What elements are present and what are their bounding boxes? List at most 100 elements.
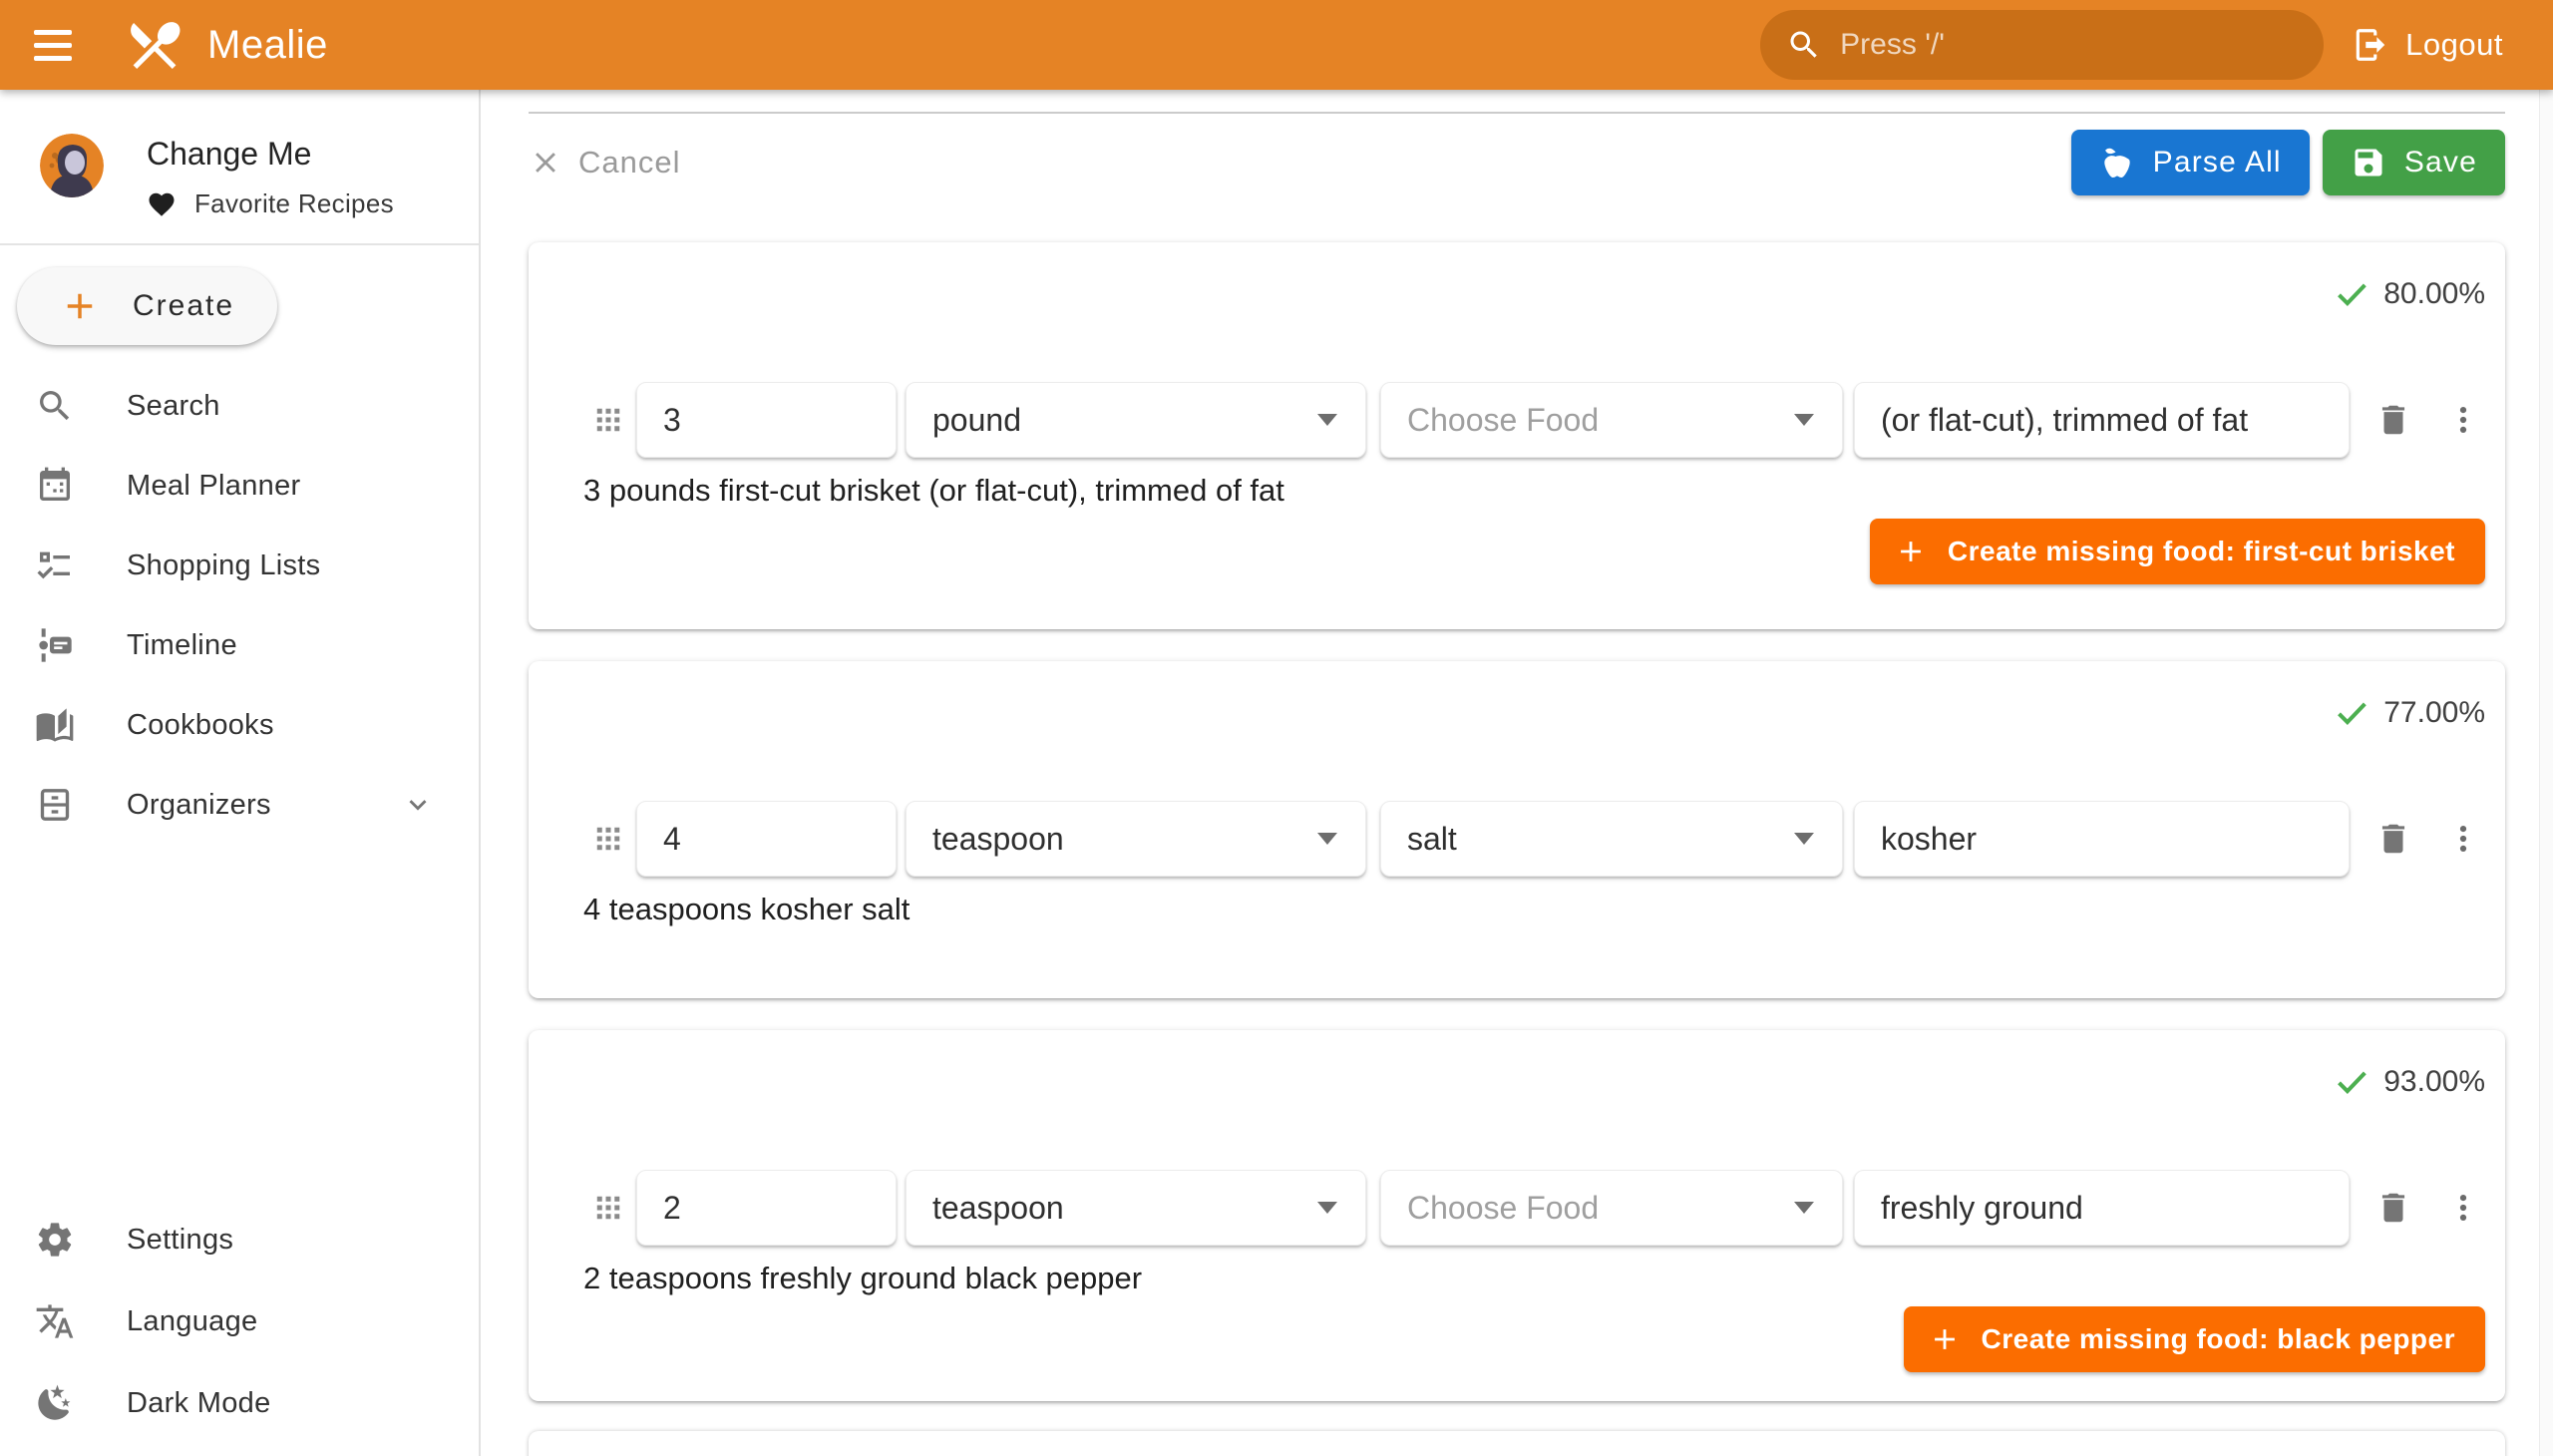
more-options-button[interactable] [2446,1191,2480,1225]
food-select[interactable]: Choose Food [1380,382,1843,458]
sidebar-item-cookbooks[interactable]: Cookbooks [0,685,479,765]
confidence-value: 80.00% [2383,277,2485,311]
delete-ingredient-button[interactable] [2374,1189,2412,1227]
sidebar-divider [0,243,479,245]
more-options-button[interactable] [2446,403,2480,437]
more-options-button[interactable] [2446,822,2480,856]
unit-select[interactable]: pound [906,382,1366,458]
drag-handle-icon[interactable] [593,400,623,440]
app-header: Mealie Logout [0,0,2553,90]
ingredient-card: 93.00% teaspoon Choose Food [529,1030,2505,1401]
confidence-value: 77.00% [2383,696,2485,730]
unit-select[interactable]: teaspoon [906,801,1366,877]
moon-stars-icon [35,1383,75,1423]
create-button[interactable]: Create [17,267,277,345]
save-icon [2351,145,2386,181]
content-divider [529,112,2505,114]
main-content: Cancel Parse All Save 80.00% [481,90,2553,1456]
sidebar-item-language[interactable]: Language [0,1280,479,1362]
translate-icon [35,1301,75,1341]
close-icon [529,146,562,180]
timeline-icon [35,625,75,665]
user-profile[interactable]: Change Me Favorite Recipes [0,90,479,219]
cancel-button[interactable]: Cancel [529,145,681,181]
drag-handle-icon[interactable] [593,1188,623,1228]
create-missing-food-button[interactable]: Create missing food: first-cut brisket [1870,519,2485,584]
save-button[interactable]: Save [2323,130,2505,195]
gear-icon [35,1220,75,1260]
confidence-check-icon [2332,274,2371,314]
user-avatar [40,134,104,197]
app-title: Mealie [207,23,328,68]
original-ingredient-text: 4 teaspoons kosher salt [583,888,2485,931]
drawer-icon [35,785,75,825]
note-input[interactable] [1854,801,2350,877]
sidebar-item-timeline[interactable]: Timeline [0,605,479,685]
cancel-label: Cancel [578,145,681,181]
quantity-input[interactable] [636,801,897,877]
parse-all-button[interactable]: Parse All [2071,130,2310,195]
kebab-icon [2446,403,2480,437]
chevron-down-icon [401,788,435,822]
unit-value: pound [907,402,1317,439]
ingredient-card: 80.00% pound Choose Food [529,242,2505,629]
note-input[interactable] [1854,382,2350,458]
food-placeholder: Choose Food [1381,402,1794,439]
sidebar: Change Me Favorite Recipes Create Search… [0,90,481,1456]
search-icon [1786,27,1822,63]
delete-ingredient-button[interactable] [2374,401,2412,439]
menu-icon[interactable] [34,23,78,67]
save-label: Save [2404,146,2477,180]
food-select[interactable]: salt [1380,801,1843,877]
food-value: salt [1381,821,1794,858]
scrollbar[interactable] [2539,90,2553,1456]
trash-icon [2374,820,2412,858]
logout-label: Logout [2405,27,2503,63]
sidebar-item-settings[interactable]: Settings [0,1199,479,1280]
original-ingredient-text: 3 pounds first-cut brisket (or flat-cut)… [583,469,2485,513]
favorite-recipes-link[interactable]: Favorite Recipes [147,188,394,219]
sidebar-item-dark-mode[interactable]: Dark Mode [0,1362,479,1444]
create-missing-food-button[interactable]: Create missing food: black pepper [1904,1306,2486,1372]
sidebar-item-search[interactable]: Search [0,366,479,446]
kebab-icon [2446,1191,2480,1225]
unit-value: teaspoon [907,821,1317,858]
dropdown-caret-icon [1794,414,1814,426]
quantity-input[interactable] [636,382,897,458]
calendar-icon [35,466,75,506]
sidebar-item-shopping-lists[interactable]: Shopping Lists [0,526,479,605]
favorite-recipes-label: Favorite Recipes [194,188,394,219]
delete-ingredient-button[interactable] [2374,820,2412,858]
unit-value: teaspoon [907,1190,1317,1227]
trash-icon [2374,401,2412,439]
ingredient-card: 77.00% teaspoon salt [529,661,2505,998]
open-book-icon [35,705,75,745]
drag-handle-icon[interactable] [593,819,623,859]
dropdown-caret-icon [1317,1202,1337,1214]
confidence-check-icon [2332,1062,2371,1102]
dropdown-caret-icon [1317,414,1337,426]
note-input[interactable] [1854,1170,2350,1246]
original-ingredient-text: 2 teaspoons freshly ground black pepper [583,1257,2485,1300]
quantity-input[interactable] [636,1170,897,1246]
confidence-check-icon [2332,693,2371,733]
plus-icon [59,285,101,327]
user-name: Change Me [147,136,394,173]
dropdown-caret-icon [1317,833,1337,845]
ingredient-card-partial [529,1431,2505,1456]
search-input[interactable] [1840,28,2298,62]
heart-icon [147,189,177,219]
mealie-logo-icon [124,14,185,76]
food-select[interactable]: Choose Food [1380,1170,1843,1246]
create-label: Create [133,289,234,323]
sidebar-item-organizers[interactable]: Organizers [0,765,479,845]
logout-button[interactable]: Logout [2352,26,2503,64]
logout-icon [2352,26,2389,64]
dropdown-caret-icon [1794,833,1814,845]
magnify-icon [35,386,75,426]
confidence-value: 93.00% [2383,1065,2485,1099]
apple-icon [2099,145,2135,181]
unit-select[interactable]: teaspoon [906,1170,1366,1246]
sidebar-item-meal-planner[interactable]: Meal Planner [0,446,479,526]
search-bar[interactable] [1760,10,2324,80]
